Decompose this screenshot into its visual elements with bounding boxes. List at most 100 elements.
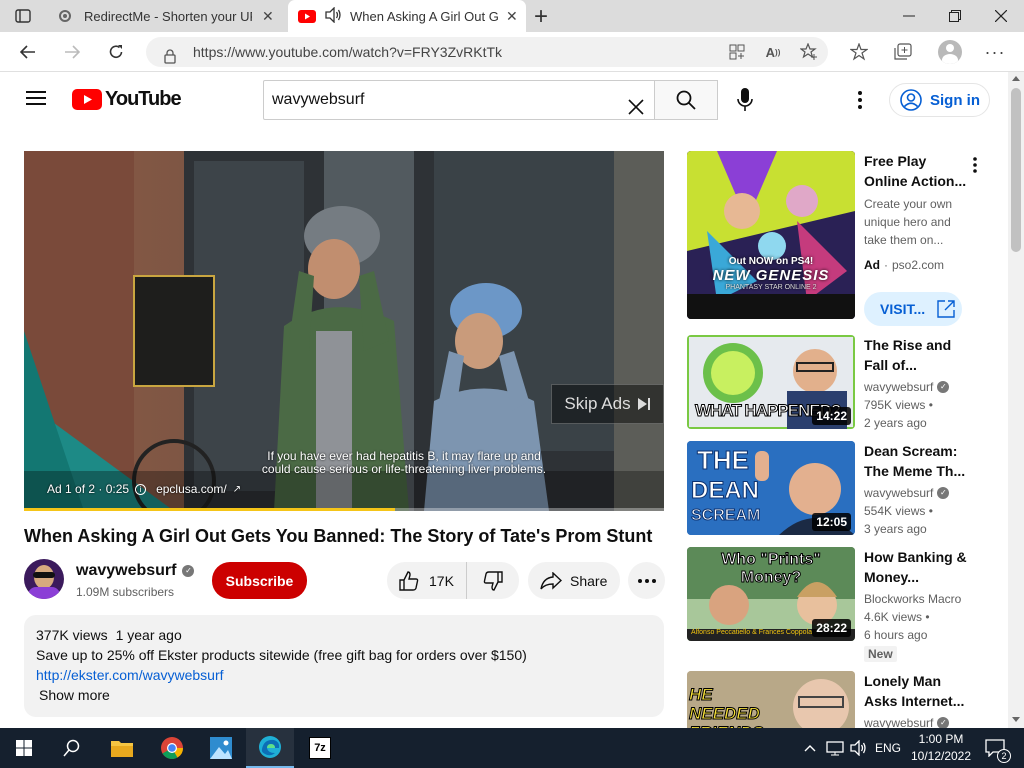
video-thumbnail[interactable]: WHAT HAPPENED? 14:22 — [687, 335, 855, 429]
ad-label: Ad — [864, 258, 880, 272]
sidebar-ad-card[interactable]: Out NOW on PS4! NEW GENESIS PHANTASY STA… — [687, 151, 987, 326]
tab-close-icon[interactable]: ✕ — [506, 8, 518, 25]
edge-app[interactable] — [246, 728, 294, 768]
visit-button[interactable]: VISIT... — [864, 292, 962, 326]
video-channel[interactable]: Blockworks Macro — [864, 592, 961, 606]
page-scrollbar[interactable] — [1008, 72, 1024, 728]
chrome-app[interactable] — [148, 728, 196, 768]
thumbnail-text: SCREAM — [690, 507, 761, 525]
settings-dots-icon[interactable] — [858, 90, 862, 115]
show-hidden-icons[interactable] — [800, 728, 820, 768]
forward-button[interactable] — [58, 38, 86, 66]
video-thumbnail[interactable]: THE DEAN SCREAM 12:05 — [687, 441, 855, 535]
scroll-up-arrow[interactable] — [1012, 76, 1020, 81]
ad-source: Ad · pso2.com — [864, 258, 944, 272]
video-channel[interactable]: wavywebsurf ✓ — [864, 380, 950, 394]
ad-domain-link[interactable]: epclusa.com/ — [156, 482, 227, 496]
thumbs-up-icon — [399, 570, 419, 591]
close-window-button[interactable] — [978, 0, 1024, 32]
subscribe-button[interactable]: Subscribe — [212, 562, 307, 599]
thumbnail-caption: Alfonso Peccatiello & Frances Coppola — [691, 629, 813, 636]
ad-artwork-image — [687, 151, 855, 319]
video-title[interactable]: Lonely Man Asks Internet... — [864, 671, 970, 711]
channel-avatar[interactable] — [24, 559, 64, 599]
search-icon — [676, 90, 696, 110]
skip-ads-button[interactable]: Skip Ads — [551, 384, 664, 424]
clock[interactable]: 1:00 PM 10/12/2022 — [906, 731, 976, 765]
tab-close-icon[interactable]: ✕ — [262, 8, 274, 25]
file-explorer-app[interactable] — [98, 728, 146, 768]
youtube-logo-icon — [72, 89, 102, 110]
video-title[interactable]: How Banking & Money... — [864, 547, 970, 587]
notification-count: 2 — [997, 749, 1011, 763]
more-options-icon[interactable]: ··· — [984, 41, 1006, 63]
back-button[interactable] — [14, 38, 42, 66]
channel-name[interactable]: wavywebsurf ✓ — [76, 562, 195, 580]
search-input[interactable]: wavywebsurf — [263, 80, 655, 120]
refresh-button[interactable] — [102, 38, 130, 66]
video-title[interactable]: Dean Scream: The Meme Th... — [864, 441, 970, 481]
add-favorite-icon[interactable] — [798, 41, 820, 63]
photos-app[interactable] — [197, 728, 245, 768]
ad-title[interactable]: Free Play Online Action... — [864, 151, 970, 191]
read-aloud-icon[interactable]: A)) — [762, 41, 784, 63]
info-icon[interactable]: i — [135, 483, 147, 495]
menu-icon[interactable] — [26, 90, 46, 111]
tab-redirectme[interactable]: RedirectMe - Shorten your URL f ✕ — [46, 0, 286, 32]
share-button[interactable]: Share — [528, 562, 620, 599]
description-box[interactable]: 377K views 1 year ago Save up to 25% off… — [24, 615, 664, 717]
apps-grid-icon[interactable] — [726, 41, 748, 63]
language-indicator[interactable]: ENG — [872, 728, 904, 768]
lock-icon[interactable] — [164, 44, 176, 74]
related-video[interactable]: Who "Prints" Money? Alfonso Peccatiello … — [687, 547, 987, 663]
restore-button[interactable] — [932, 0, 978, 32]
like-button[interactable]: 17K — [387, 562, 467, 599]
speaker-icon[interactable] — [324, 5, 342, 26]
show-more-button[interactable]: Show more — [39, 687, 110, 703]
channel-name-text: wavywebsurf — [76, 562, 177, 579]
start-button[interactable] — [0, 728, 48, 768]
scroll-down-arrow[interactable] — [1012, 717, 1020, 722]
ad-progress-fill — [24, 508, 396, 511]
verified-icon: ✓ — [937, 381, 950, 393]
minimize-button[interactable] — [886, 0, 932, 32]
related-video[interactable]: WHAT HAPPENED? 14:22 The Rise and Fall o… — [687, 335, 987, 431]
notification-center-button[interactable]: 2 — [980, 728, 1011, 768]
related-video[interactable]: HE NEEDED FRIENDS... Lonely Man Asks Int… — [687, 671, 987, 728]
volume-icon[interactable] — [848, 728, 870, 768]
video-thumbnail[interactable]: Who "Prints" Money? Alfonso Peccatiello … — [687, 547, 855, 641]
collections-icon[interactable] — [892, 41, 914, 63]
ad-menu-icon[interactable] — [973, 157, 977, 178]
video-channel[interactable]: wavywebsurf ✓ — [864, 716, 950, 728]
favorites-icon[interactable] — [848, 41, 870, 63]
ad-progress-bar[interactable] — [24, 508, 664, 511]
video-player[interactable]: Skip Ads If you have ever had hepatitis … — [24, 151, 664, 511]
search-button[interactable] — [654, 80, 718, 120]
profile-avatar[interactable] — [938, 40, 962, 64]
tab-youtube-video[interactable]: When Asking A Girl Out Get ✕ — [288, 0, 526, 32]
ad-counter: Ad 1 of 2 · 0:25 — [47, 482, 130, 496]
7zip-app[interactable]: 7z — [296, 728, 344, 768]
related-video[interactable]: THE DEAN SCREAM 12:05 Dean Scream: The M… — [687, 441, 987, 537]
visit-label: VISIT... — [880, 301, 926, 317]
search-taskbar-button[interactable] — [48, 728, 96, 768]
ad-thumbnail[interactable]: Out NOW on PS4! NEW GENESIS PHANTASY STA… — [687, 151, 855, 319]
video-thumbnail[interactable]: HE NEEDED FRIENDS... — [687, 671, 855, 728]
video-title[interactable]: The Rise and Fall of... — [864, 335, 970, 375]
tab-title: RedirectMe - Shorten your URL f — [84, 8, 252, 24]
scrollbar-thumb[interactable] — [1011, 88, 1021, 252]
more-actions-button[interactable] — [628, 562, 665, 599]
voice-search-icon[interactable] — [737, 88, 753, 117]
new-tab-button[interactable]: + — [534, 3, 548, 31]
video-views: 795K views • — [864, 398, 933, 412]
clear-search-icon[interactable] — [628, 92, 644, 130]
youtube-logo[interactable]: YouTube — [72, 88, 182, 111]
dislike-button[interactable] — [467, 562, 519, 599]
network-icon[interactable] — [824, 728, 846, 768]
sign-in-button[interactable]: Sign in — [889, 83, 990, 117]
thumbnail-text: THE — [697, 445, 750, 476]
windows-logo-icon — [16, 740, 32, 756]
description-link[interactable]: http://ekster.com/wavywebsurf — [36, 667, 224, 683]
video-channel[interactable]: wavywebsurf ✓ — [864, 486, 950, 500]
tab-actions-icon[interactable] — [12, 6, 34, 26]
